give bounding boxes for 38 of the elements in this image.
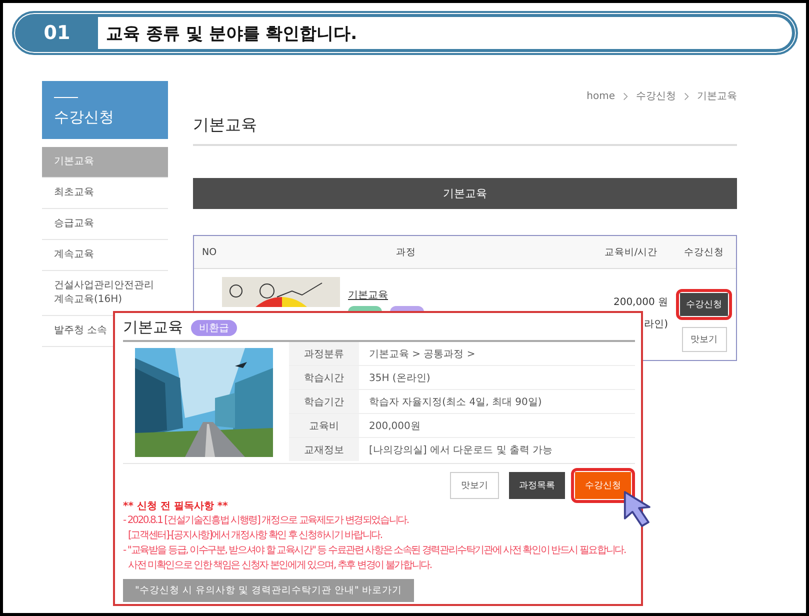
detail-value: [나의강의실] 에서 다운로드 및 출력 가능: [368, 444, 553, 458]
detail-label: 학습시간: [289, 366, 359, 389]
detail-value: 기본교육 > 공통과정 >: [368, 348, 476, 362]
sidebar-item[interactable]: 승급교육: [42, 209, 168, 240]
detail-value: 학습자 자율지정(최소 4일, 최대 90일): [368, 396, 542, 410]
breadcrumb-link[interactable]: 수강신청: [636, 89, 676, 103]
detail-value: 200,000원: [368, 420, 420, 434]
price-text: 200,000 원: [613, 296, 668, 309]
detail-label: 교육비: [289, 414, 359, 437]
popup-button[interactable]: 과정목록: [509, 472, 565, 499]
detail-label: 교재정보: [289, 438, 359, 461]
popup-button[interactable]: 맛보기: [450, 472, 499, 499]
breadcrumb-link[interactable]: 기본교육: [697, 89, 737, 103]
refund-badge: 비환급: [191, 320, 237, 336]
notice-text: 사전 미확인으로 인한 책임은 신청자 본인에게 있으며, 추후 변경이 불가합니다.: [127, 559, 432, 573]
sidebar-item[interactable]: 계속교육: [42, 240, 168, 271]
step-title: 교육 종류 및 분야를 확인합니다.: [97, 16, 793, 50]
sidebar-item[interactable]: 최초교육: [42, 178, 168, 209]
column-header: 교육비/시간: [603, 246, 659, 258]
column-header: NO: [201, 246, 218, 258]
apply-button[interactable]: 수강신청: [680, 293, 728, 316]
column-header: 수강신청: [683, 246, 725, 258]
category-bar[interactable]: 기본교육: [193, 178, 737, 209]
breadcrumb-link[interactable]: home: [586, 90, 615, 102]
page-title: 기본교육: [193, 115, 737, 146]
notice-title: ** 신청 전 필독사항 **: [123, 500, 229, 513]
course-link[interactable]: 기본교육: [348, 290, 388, 301]
step-number: 01: [42, 21, 72, 46]
notice-text: [고객센터]-[공지사항]에서 개정사항 확인 후 신청하시기 바랍니다.: [127, 529, 383, 543]
detail-value: 35H (온라인): [368, 372, 430, 386]
column-header: 과정: [395, 246, 417, 258]
notice-text: - "교육받을 등급, 이수구분, 받으셔야 할 교육시간" 등 수료관련 사항은 소속된 경력관리수탁기관에 사전 확인이 반드시 필요합니다.: [123, 544, 627, 558]
sidebar-title: 수강신청: [54, 108, 115, 127]
preview-button[interactable]: 맛보기: [682, 327, 726, 352]
detail-label: 학습기간: [289, 390, 359, 413]
notice-text: - 2020.8.1 [건설기술진흥법 시행령] 개정으로 교육제도가 변경되었습니다.: [123, 514, 410, 528]
detail-label: 과정분류: [289, 342, 359, 365]
duration-text: 라인): [644, 318, 668, 331]
